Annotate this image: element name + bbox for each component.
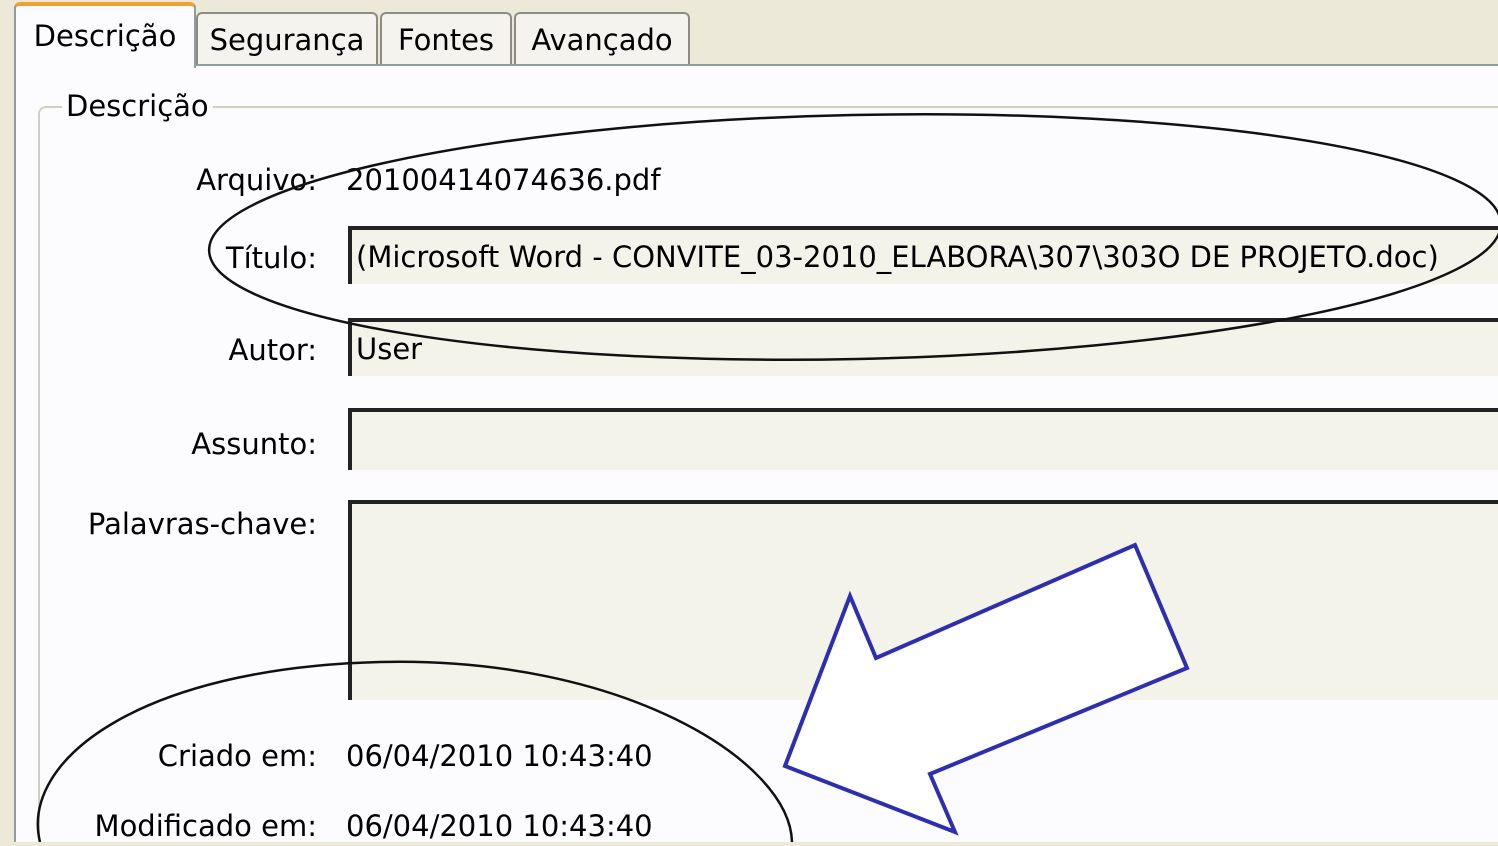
tab-avancado[interactable]: Avançado bbox=[514, 12, 690, 64]
tab-bar: Descrição Segurança Fontes Avançado bbox=[0, 0, 1498, 68]
tab-descricao[interactable]: Descrição bbox=[14, 2, 196, 68]
tab-seguranca[interactable]: Segurança bbox=[196, 12, 378, 64]
description-groupbox bbox=[38, 106, 1498, 842]
arquivo-label: Arquivo: bbox=[196, 163, 317, 197]
assunto-label: Assunto: bbox=[191, 427, 317, 461]
titulo-label: Título: bbox=[225, 241, 317, 275]
modificado-em-value: 06/04/2010 10:43:40 bbox=[346, 809, 653, 843]
groupbox-legend: Descrição bbox=[62, 86, 213, 126]
palavras-chave-field[interactable] bbox=[348, 500, 1498, 700]
arquivo-value: 20100414074636.pdf bbox=[346, 163, 661, 197]
autor-field[interactable]: User bbox=[348, 318, 1498, 376]
palavras-chave-label: Palavras-chave: bbox=[87, 507, 317, 541]
criado-em-value: 06/04/2010 10:43:40 bbox=[346, 739, 653, 773]
autor-label: Autor: bbox=[228, 333, 317, 367]
tab-fontes[interactable]: Fontes bbox=[380, 12, 512, 64]
titulo-field[interactable]: (Microsoft Word - CONVITE_03-2010_ELABOR… bbox=[348, 226, 1498, 284]
criado-em-label: Criado em: bbox=[157, 739, 317, 773]
assunto-field[interactable] bbox=[348, 408, 1498, 470]
modificado-em-label: Modificado em: bbox=[94, 809, 317, 843]
